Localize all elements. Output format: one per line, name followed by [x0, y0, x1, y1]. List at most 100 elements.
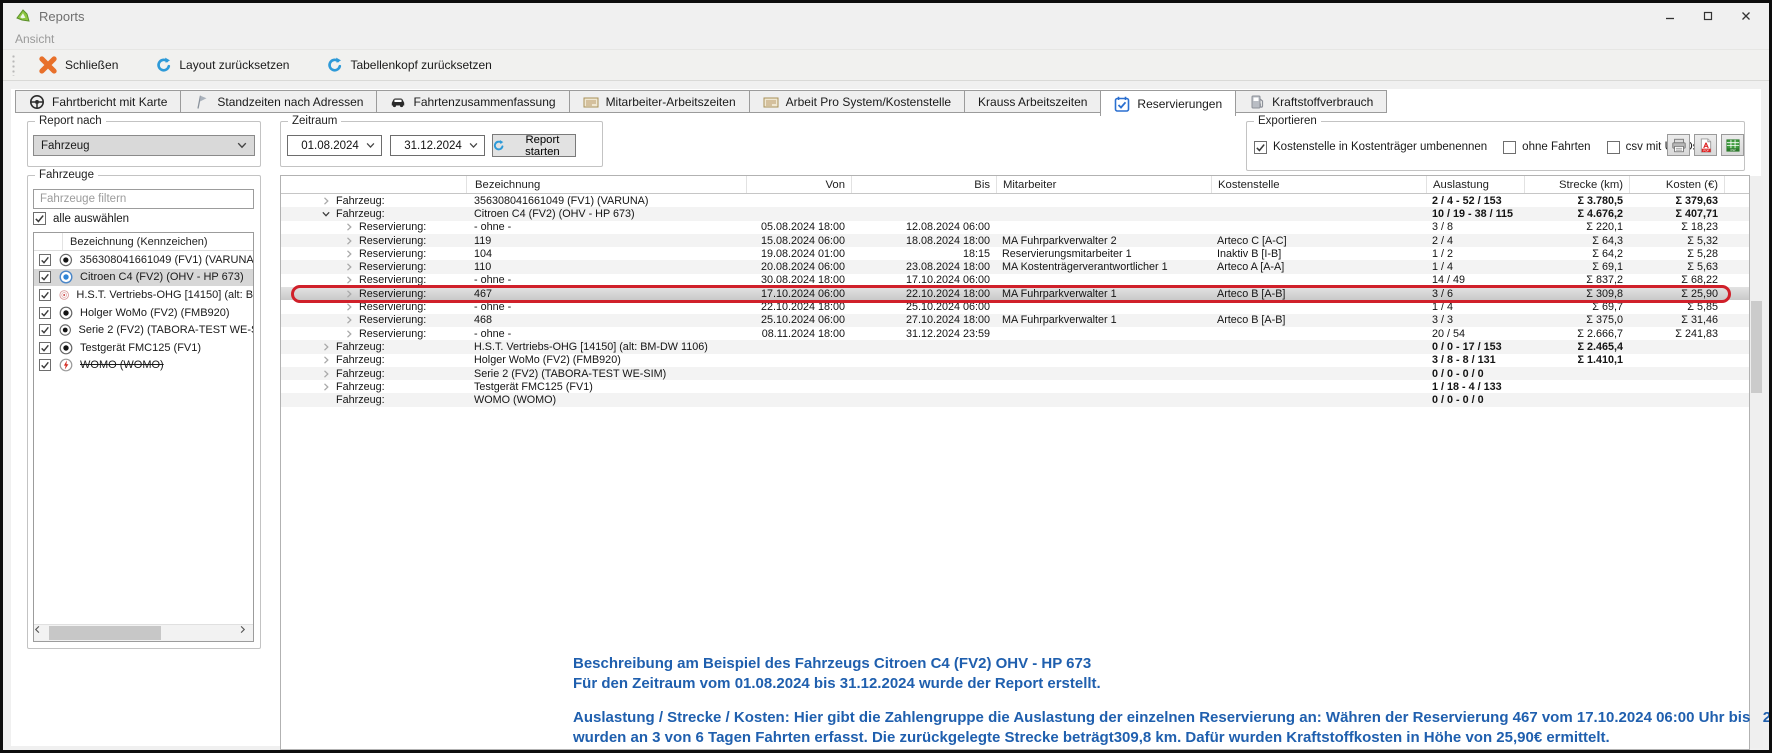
table-row-reservierung[interactable]: Reservierung:10419.08.2024 01:0018:15Res… — [281, 247, 1749, 260]
expand-chevron-icon[interactable] — [321, 369, 331, 379]
vertical-scrollbar[interactable] — [1750, 176, 1763, 748]
column-header-bis[interactable]: Bis — [851, 176, 996, 193]
schliessen-button[interactable]: Schließen — [26, 51, 130, 79]
expand-chevron-icon[interactable] — [321, 355, 331, 365]
expand-chevron-icon[interactable] — [344, 236, 354, 246]
minimize-button[interactable] — [1651, 3, 1689, 29]
maximize-button[interactable] — [1689, 3, 1727, 29]
select-all-checkbox[interactable] — [33, 212, 46, 225]
tab-fahrtbericht-mit-karte[interactable]: Fahrtbericht mit Karte — [15, 90, 181, 113]
cell-bezeichnung: 119 — [466, 234, 746, 247]
chevron-down-icon[interactable] — [469, 142, 478, 149]
table-row-fahrzeug[interactable]: Fahrzeug:Holger WoMo (FV2) (FMB920)3 / 8… — [281, 354, 1749, 367]
expand-chevron-icon[interactable] — [344, 302, 354, 312]
table-row-reservierung[interactable]: Reservierung:- ohne -30.08.2024 18:0017.… — [281, 274, 1749, 287]
table-row-fahrzeug[interactable]: Fahrzeug:Testgerät FMC125 (FV1)1 / 18 - … — [281, 380, 1749, 393]
table-row-reservierung[interactable]: Reservierung:- ohne -05.08.2024 18:0012.… — [281, 221, 1749, 234]
date-to-field[interactable] — [390, 135, 485, 156]
vehicle-row[interactable]: WOMO (WOMO) — [34, 357, 253, 375]
tab-mitarbeiter-arbeitszeiten[interactable]: Mitarbeiter-Arbeitszeiten — [569, 90, 750, 113]
vehicle-checkbox[interactable] — [39, 289, 51, 301]
vehicle-row[interactable]: Holger WoMo (FV2) (FMB920) — [34, 304, 253, 322]
column-header-von[interactable]: Von — [746, 176, 851, 193]
tab-fahrtenzusammenfassung[interactable]: Fahrtenzusammenfassung — [376, 90, 569, 113]
scrollbar-thumb[interactable] — [49, 626, 161, 640]
vehicle-checkbox[interactable] — [39, 359, 51, 371]
expand-chevron-icon[interactable] — [344, 315, 354, 325]
expand-chevron-icon[interactable] — [344, 249, 354, 259]
table-row-reservierung[interactable]: Reservierung:11915.08.2024 06:0018.08.20… — [281, 234, 1749, 247]
tabellenkopf-zuruecksetzen-button[interactable]: Tabellenkopf zurücksetzen — [315, 51, 503, 79]
cell-kosten: Σ 5,85 — [1629, 300, 1724, 313]
tab-kraftstoffverbrauch[interactable]: Kraftstoffverbrauch — [1235, 90, 1387, 113]
date-from-input[interactable] — [294, 140, 366, 152]
vehicle-checkbox[interactable] — [39, 271, 51, 283]
table-row-fahrzeug[interactable]: Fahrzeug:Citroen C4 (FV2) (OHV - HP 673)… — [281, 207, 1749, 220]
column-header-kostenstelle[interactable]: Kostenstelle — [1211, 176, 1426, 193]
cell-kostenstelle: Arteco C [A-C] — [1211, 234, 1426, 247]
expand-chevron-icon[interactable] — [344, 222, 354, 232]
expand-chevron-icon[interactable] — [344, 275, 354, 285]
tab-krauss-arbeitszeiten[interactable]: Krauss Arbeitszeiten — [964, 90, 1101, 113]
expand-chevron-icon[interactable] — [344, 262, 354, 272]
expand-chevron-icon[interactable] — [321, 382, 331, 392]
vehicle-row[interactable]: Citroen C4 (FV2) (OHV - HP 673) — [34, 269, 253, 287]
expand-chevron-icon[interactable] — [344, 289, 354, 299]
table-row-reservierung[interactable]: Reservierung:46717.10.2024 06:0022.10.20… — [281, 287, 1749, 300]
layout-zuruecksetzen-button[interactable]: Layout zurücksetzen — [144, 51, 301, 79]
expand-chevron-icon[interactable] — [321, 342, 331, 352]
vehicle-checkbox[interactable] — [39, 307, 51, 319]
column-header-mitarbeiter[interactable]: Mitarbeiter — [996, 176, 1211, 193]
table-row-reservierung[interactable]: Reservierung:11020.08.2024 06:0023.08.20… — [281, 260, 1749, 273]
date-to-input[interactable] — [397, 140, 469, 152]
report-typ-dropdown[interactable]: Fahrzeug — [33, 135, 255, 156]
table-row-fahrzeug[interactable]: Fahrzeug:H.S.T. Vertriebs-OHG [14150] (a… — [281, 340, 1749, 353]
cell-bis: 17.10.2024 06:00 — [851, 274, 996, 287]
chevron-down-icon[interactable] — [366, 142, 375, 149]
cell-von: 22.10.2024 18:00 — [746, 300, 851, 313]
date-from-field[interactable] — [287, 135, 382, 156]
export-checkbox-kostenstelle-in-kostenträger-umbenennen[interactable] — [1254, 141, 1267, 154]
vehicle-checkbox[interactable] — [39, 254, 51, 266]
table-row-reservierung[interactable]: Reservierung:46825.10.2024 06:0027.10.20… — [281, 314, 1749, 327]
column-header-bezeichnung[interactable]: Bezeichnung — [466, 176, 746, 193]
vehicle-checkbox[interactable] — [39, 342, 51, 354]
export-csv-button[interactable]: CSV — [1721, 134, 1744, 156]
vehicle-row[interactable]: 356308041661049 (FV1) (VARUNA) — [34, 251, 253, 269]
vehicle-checkbox[interactable] — [39, 324, 51, 336]
scrollbar-thumb[interactable] — [1751, 301, 1762, 393]
scroll-left-icon[interactable] — [34, 625, 48, 641]
table-row-reservierung[interactable]: Reservierung:- ohne -22.10.2024 18:0025.… — [281, 300, 1749, 313]
expand-chevron-icon[interactable] — [321, 196, 331, 206]
close-button[interactable] — [1727, 3, 1765, 29]
table-row-reservierung[interactable]: Reservierung:- ohne -08.11.2024 18:0031.… — [281, 327, 1749, 340]
tab-reservierungen[interactable]: Reservierungen — [1100, 90, 1236, 116]
tab-arbeit-pro-system-kostenstelle[interactable]: Arbeit Pro System/Kostenstelle — [749, 90, 965, 113]
column-header-auslastung[interactable]: Auslastung — [1426, 176, 1524, 193]
column-header-strecke-km[interactable]: Strecke (km) — [1524, 176, 1629, 193]
table-row-fahrzeug[interactable]: Fahrzeug:356308041661049 (FV1) (VARUNA)2… — [281, 194, 1749, 207]
row-type-label: Reservierung: — [359, 261, 426, 273]
export-pdf-button[interactable]: PDF — [1694, 134, 1717, 156]
export-printer-button[interactable] — [1667, 134, 1690, 156]
fahrzeuge-filter-input[interactable] — [33, 189, 254, 209]
tab-standzeiten-nach-adressen[interactable]: Standzeiten nach Adressen — [180, 90, 377, 113]
vehicle-list-header[interactable]: Bezeichnung (Kennzeichen) — [34, 233, 253, 251]
reports-window: Reports Ansicht Schließen Layout zurücks… — [0, 0, 1772, 753]
table-row-fahrzeug[interactable]: Fahrzeug:Serie 2 (FV2) (TABORA-TEST WE-S… — [281, 367, 1749, 380]
expand-chevron-icon[interactable] — [344, 329, 354, 339]
toolbar-grip[interactable] — [11, 54, 16, 76]
scroll-right-icon[interactable] — [239, 625, 253, 641]
column-header-kosten[interactable]: Kosten (€) — [1629, 176, 1724, 193]
cell-bis — [851, 393, 996, 406]
menu-ansicht[interactable]: Ansicht — [15, 32, 54, 46]
report-starten-button[interactable]: Report starten — [492, 134, 576, 157]
collapse-chevron-icon[interactable] — [321, 209, 331, 219]
export-checkbox-csv-mit-uuids[interactable] — [1607, 141, 1620, 154]
table-row-fahrzeug[interactable]: Fahrzeug:WOMO (WOMO)0 / 0 - 0 / 0 — [281, 393, 1749, 406]
vehicle-row[interactable]: H.S.T. Vertriebs-OHG [14150] (alt: BM-DW… — [34, 286, 253, 304]
vehicle-row[interactable]: Serie 2 (FV2) (TABORA-TEST WE-SIM) — [34, 321, 253, 339]
vehicle-row[interactable]: Testgerät FMC125 (FV1) — [34, 339, 253, 357]
horizontal-scrollbar[interactable] — [34, 624, 253, 641]
export-checkbox-ohne-fahrten[interactable] — [1503, 141, 1516, 154]
